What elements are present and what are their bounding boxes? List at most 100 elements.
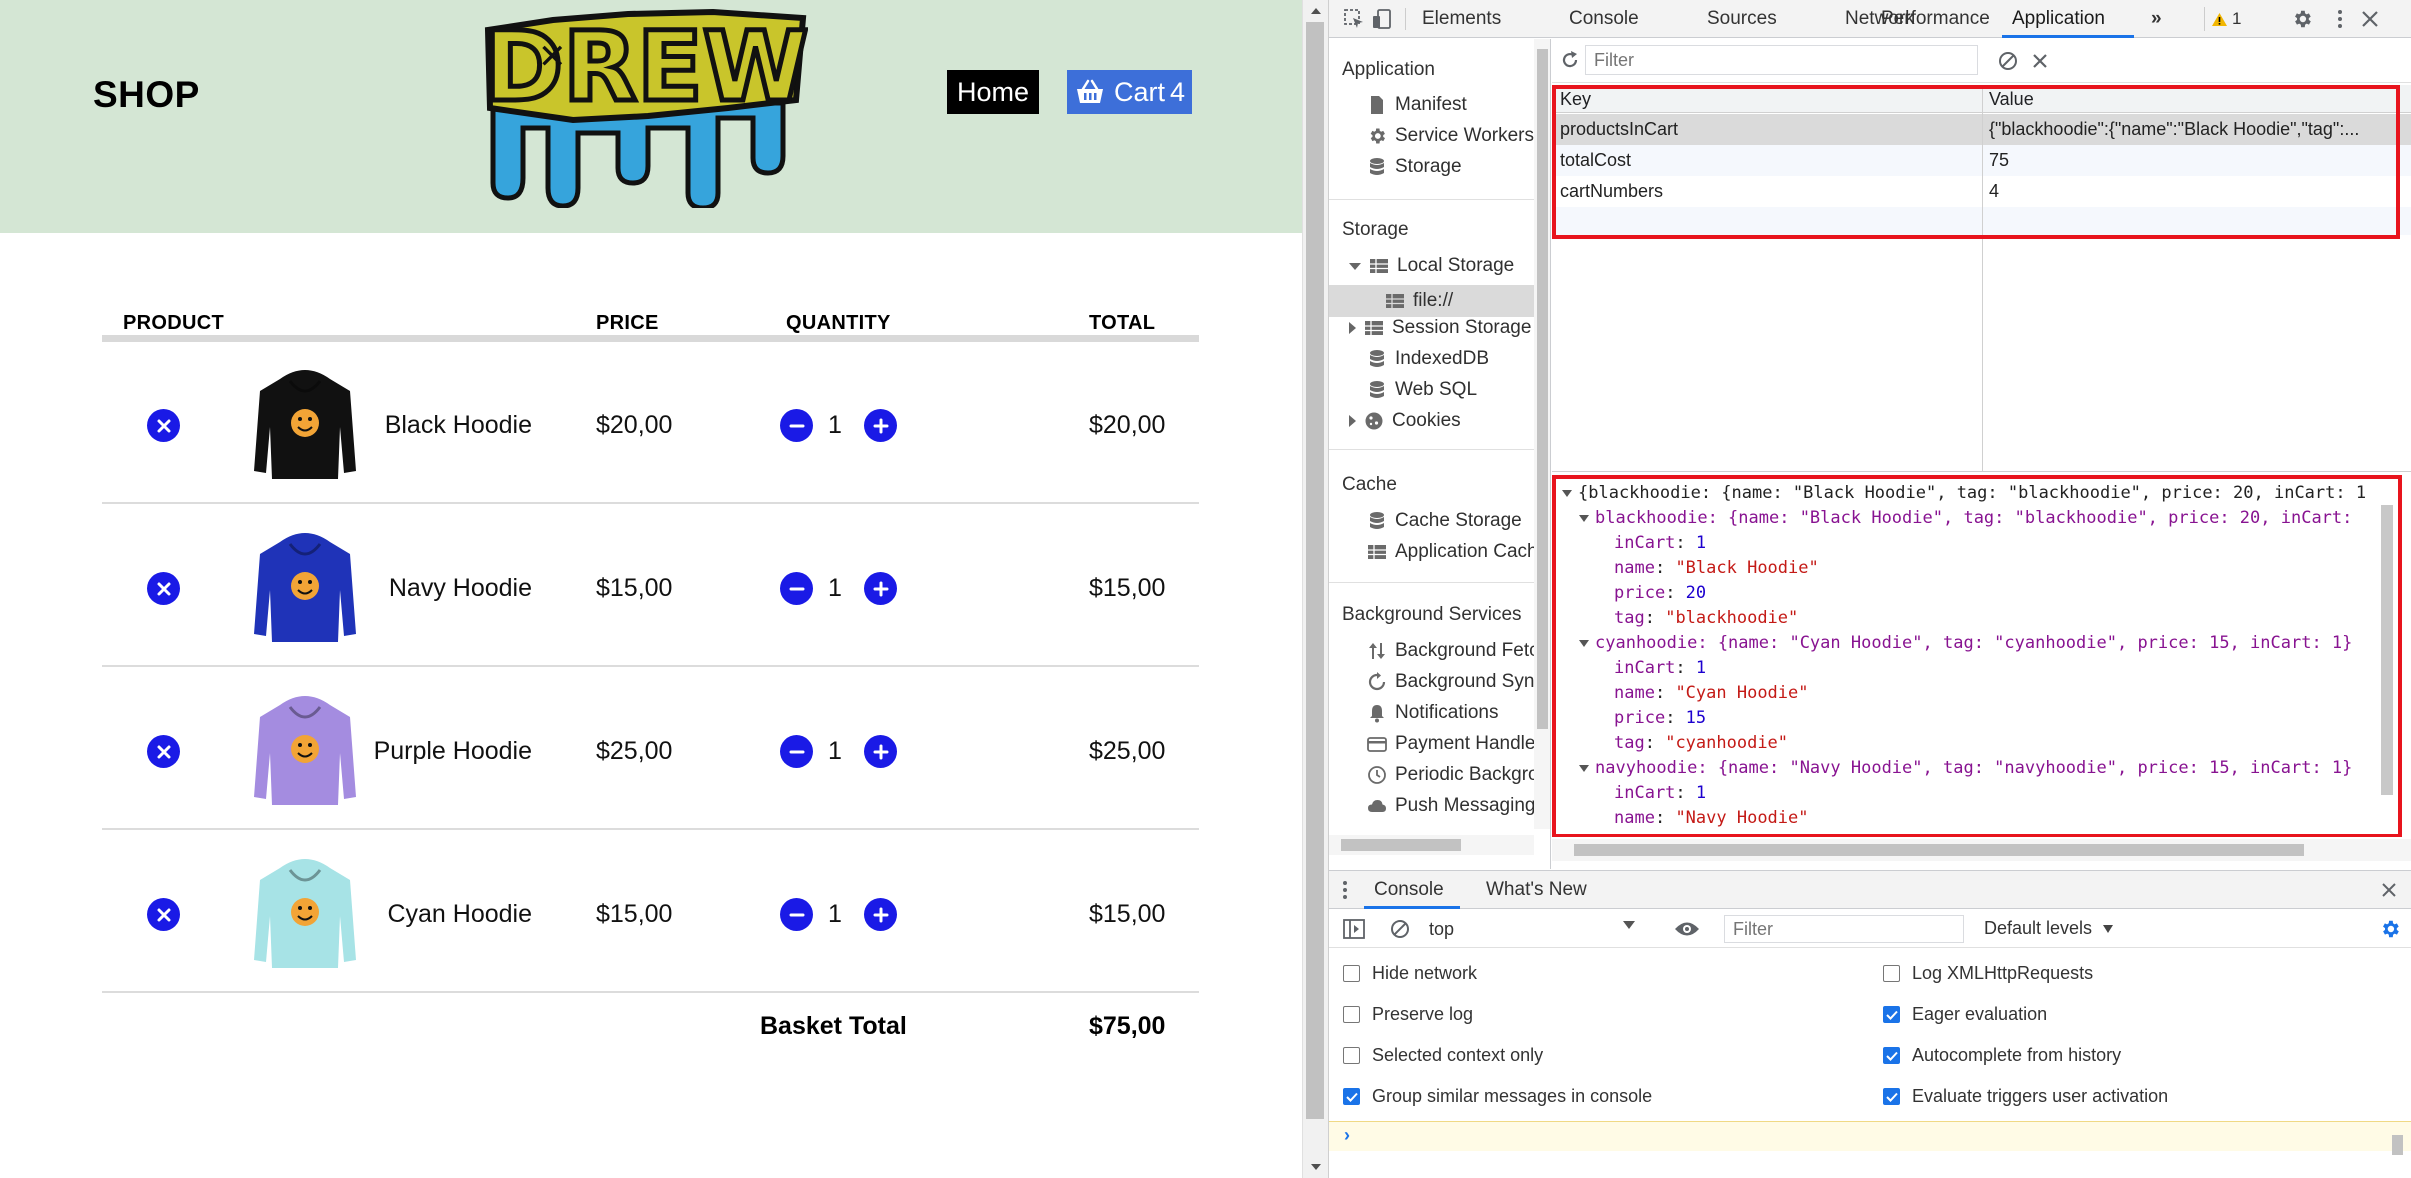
sidebar-item-web-sql[interactable]: Web SQL	[1367, 376, 1477, 404]
scrollbar-thumb[interactable]	[1341, 839, 1461, 851]
sidebar-item-file-origin[interactable]: file://	[1385, 287, 1453, 315]
sidebar-item-indexeddb[interactable]: IndexedDB	[1367, 345, 1489, 373]
increase-quantity-button[interactable]	[864, 572, 897, 605]
storage-horizontal-scrollbar[interactable]	[1552, 839, 2411, 861]
page-scrollbar[interactable]	[1302, 0, 1328, 1178]
drawer-tabbar: Console What's New	[1329, 871, 2411, 909]
console-prompt[interactable]: ›	[1329, 1121, 2411, 1151]
sidebar-item-local-storage[interactable]: Local Storage	[1349, 252, 1514, 280]
console-option-evaluate-triggers-user-activation[interactable]: Evaluate triggers user activation	[1883, 1086, 2168, 1107]
checkbox[interactable]	[1343, 1047, 1360, 1064]
sidebar-item-label: Application Cach	[1395, 541, 1538, 562]
expanded-arrow-icon[interactable]	[1349, 262, 1361, 270]
sidebar-item-background-sync[interactable]: Background Sync	[1367, 668, 1544, 696]
console-option-selected-context-only[interactable]: Selected context only	[1343, 1045, 1543, 1066]
tab-sources[interactable]: Sources	[1707, 8, 1777, 30]
sidebar-item-label: file://	[1413, 290, 1454, 311]
decrease-quantity-button[interactable]	[780, 898, 813, 931]
gear-icon	[1370, 128, 1385, 144]
console-settings-gear-icon[interactable]	[2379, 918, 2401, 940]
refresh-icon[interactable]	[1560, 50, 1580, 70]
close-devtools-icon[interactable]	[2359, 8, 2381, 30]
sidebar-item-cache-storage[interactable]: Cache Storage	[1367, 507, 1522, 535]
check-icon	[1885, 1092, 1898, 1102]
console-option-autocomplete-from-history[interactable]: Autocomplete from history	[1883, 1045, 2121, 1066]
console-option-hide-network[interactable]: Hide network	[1343, 963, 1477, 984]
decrease-quantity-button[interactable]	[780, 572, 813, 605]
decrease-quantity-button[interactable]	[780, 409, 813, 442]
cart-button[interactable]: Cart 4	[1067, 70, 1192, 114]
sidebar-item-service-workers[interactable]: Service Workers	[1367, 122, 1534, 150]
scroll-down-arrow-icon[interactable]	[1311, 1164, 1321, 1170]
sidebar-horizontal-scrollbar[interactable]	[1329, 835, 1534, 855]
sidebar-item-cookies[interactable]: Cookies	[1349, 407, 1461, 435]
inspect-element-icon[interactable]	[1343, 8, 1365, 30]
increase-quantity-button[interactable]	[864, 409, 897, 442]
tab-elements[interactable]: Elements	[1422, 8, 1501, 30]
checkbox[interactable]	[1343, 965, 1360, 982]
log-levels-dropdown[interactable]: Default levels	[1984, 918, 2114, 939]
sidebar-item-label: IndexedDB	[1395, 348, 1490, 369]
sidebar-item-background-fetch[interactable]: Background Fetc	[1367, 637, 1539, 665]
console-option-log-xmlhttprequests[interactable]: Log XMLHttpRequests	[1883, 963, 2093, 984]
console-option-group-similar-messages-in-console[interactable]: Group similar messages in console	[1343, 1086, 1652, 1107]
sidebar-item-manifest[interactable]: Manifest	[1367, 91, 1467, 119]
show-sidebar-icon[interactable]	[1343, 919, 1365, 939]
checkbox[interactable]	[1883, 965, 1900, 982]
sidebar-item-application-cache[interactable]: Application Cach	[1367, 538, 1538, 566]
scrollbar-thumb[interactable]	[2392, 1135, 2403, 1155]
context-selector[interactable]: top	[1429, 916, 1644, 942]
tab-console[interactable]: Console	[1569, 8, 1639, 30]
sidebar-item-payment-handler[interactable]: Payment Handle	[1367, 730, 1535, 758]
clear-all-icon[interactable]	[1998, 51, 2018, 71]
drawer-tab-whats-new[interactable]: What's New	[1486, 879, 1587, 901]
console-option-eager-evaluation[interactable]: Eager evaluation	[1883, 1004, 2047, 1025]
highlight-box	[1552, 475, 2402, 837]
remove-item-button[interactable]	[147, 735, 180, 768]
clear-console-icon[interactable]	[1390, 919, 1410, 939]
home-button[interactable]: Home	[947, 70, 1040, 114]
scroll-up-arrow-icon[interactable]	[1311, 8, 1321, 14]
collapsed-arrow-icon[interactable]	[1349, 415, 1356, 427]
warnings-badge[interactable]: 1	[2204, 7, 2250, 31]
storage-filter-input[interactable]	[1585, 45, 1978, 75]
console-scrollbar[interactable]	[2389, 1121, 2405, 1178]
increase-quantity-button[interactable]	[864, 735, 897, 768]
settings-gear-icon[interactable]	[2291, 8, 2313, 30]
more-options-icon[interactable]	[2329, 8, 2351, 30]
decrease-quantity-button[interactable]	[780, 735, 813, 768]
sidebar-vertical-scrollbar[interactable]	[1534, 39, 1550, 829]
remove-item-button[interactable]	[147, 898, 180, 931]
sidebar-item-notifications[interactable]: Notifications	[1367, 699, 1499, 727]
checkbox[interactable]	[1883, 1006, 1900, 1023]
sidebar-item-session-storage[interactable]: Session Storage	[1349, 314, 1531, 342]
checkbox[interactable]	[1883, 1047, 1900, 1064]
drawer-menu-icon[interactable]	[1341, 880, 1349, 900]
sidebar-item-push-messaging[interactable]: Push Messaging	[1367, 792, 1535, 820]
console-option-preserve-log[interactable]: Preserve log	[1343, 1004, 1473, 1025]
device-toolbar-icon[interactable]	[1371, 8, 1393, 30]
close-drawer-icon[interactable]	[2381, 882, 2397, 898]
increase-quantity-button[interactable]	[864, 898, 897, 931]
drawer-tab-console[interactable]: Console	[1374, 879, 1444, 901]
scrollbar-thumb[interactable]	[1574, 844, 2304, 856]
cart-row: Navy Hoodie $15,00 1 $15,00	[102, 504, 1199, 667]
live-expression-eye-icon[interactable]	[1674, 920, 1700, 938]
more-tabs-button[interactable]: »	[2151, 8, 2162, 30]
sidebar-item-storage[interactable]: Storage	[1367, 153, 1462, 181]
tab-application[interactable]: Application	[2012, 8, 2105, 30]
console-filter-input[interactable]	[1724, 915, 1964, 943]
collapsed-arrow-icon[interactable]	[1349, 322, 1356, 334]
checkbox[interactable]	[1883, 1088, 1900, 1105]
remove-item-button[interactable]	[147, 409, 180, 442]
remove-item-button[interactable]	[147, 572, 180, 605]
sidebar-item-periodic-background-sync[interactable]: Periodic Backgro	[1367, 761, 1539, 789]
delete-selected-icon[interactable]	[2030, 51, 2050, 71]
checkbox[interactable]	[1343, 1088, 1360, 1105]
page-scrollbar-thumb[interactable]	[1306, 22, 1324, 1119]
drew-logo[interactable]: DREW ✕	[478, 8, 808, 208]
checkbox[interactable]	[1343, 1006, 1360, 1023]
quantity-value: 1	[828, 900, 842, 928]
scrollbar-thumb[interactable]	[1537, 49, 1548, 729]
header-product: PRODUCT	[123, 312, 224, 334]
